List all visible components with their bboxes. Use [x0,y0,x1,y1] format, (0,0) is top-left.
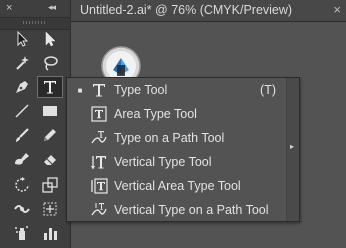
pencil-tool[interactable] [37,124,63,146]
type-tool-icon [93,84,105,97]
vertical-area-type-icon [91,178,108,194]
symbol-sprayer-icon [15,226,28,240]
paintbrush-tool[interactable] [9,124,35,146]
type-on-path-icon [91,131,107,144]
type-t-icon [44,81,56,94]
type-tool[interactable] [37,76,63,98]
menu-item-label: Vertical Type on a Path Tool [114,203,269,217]
arrow-cursor-icon [17,30,29,47]
free-transform-tool[interactable] [37,198,63,220]
rotate-tool[interactable] [9,174,35,196]
area-type-icon [91,106,107,122]
menu-item-vertical-type-on-path-tool[interactable]: Vertical Type on a Path Tool [67,198,286,222]
free-transform-icon [43,202,57,216]
menu-item-label: Vertical Type Tool [114,155,212,169]
collapse-panel-icon[interactable]: ◂◂ [48,2,56,13]
menu-item-type-on-path-tool[interactable]: Type on a Path Tool [67,126,286,150]
brush-icon [16,128,29,142]
scale-icon [42,177,58,193]
tools-panel: × ◂◂ [0,0,71,248]
lasso-icon [44,56,58,71]
rectangle-icon [43,106,57,116]
close-document-icon[interactable]: × [333,2,341,17]
width-icon [14,205,30,213]
pen-tool[interactable] [9,76,35,98]
width-tool[interactable] [9,198,35,220]
column-graph-icon [44,228,57,240]
eraser-icon [44,155,56,165]
menu-item-label: Vertical Area Type Tool [114,179,241,193]
type-tools-flyout: ■ Type Tool (T) Area Type Tool Type on a… [66,77,300,222]
menu-item-label: Area Type Tool [114,107,197,121]
tearoff-strip[interactable]: ▸ [286,78,299,221]
magic-wand-icon [16,56,29,70]
blob-brush-tool[interactable] [9,148,35,170]
menu-item-vertical-type-tool[interactable]: Vertical Type Tool [67,150,286,174]
white-arrow-icon [45,31,56,47]
direct-selection-tool[interactable] [37,28,63,50]
pen-icon [16,81,28,93]
scale-tool[interactable] [37,174,63,196]
line-segment-tool[interactable] [9,100,35,122]
selected-bullet: ■ [77,85,83,95]
vertical-type-icon [91,156,106,170]
symbol-sprayer-tool[interactable] [9,222,35,244]
pencil-icon [44,129,56,141]
menu-item-type-tool[interactable]: ■ Type Tool (T) [67,78,286,102]
eraser-tool[interactable] [37,148,63,170]
menu-item-vertical-area-type-tool[interactable]: Vertical Area Type Tool [67,174,286,198]
menu-item-area-type-tool[interactable]: Area Type Tool [67,102,286,126]
rotate-icon [15,177,29,192]
tearoff-arrow-icon: ▸ [290,142,295,151]
blob-brush-icon [15,153,29,165]
rectangle-tool[interactable] [37,100,63,122]
close-panel-icon[interactable]: × [6,2,12,14]
menu-item-label: Type Tool [114,83,168,97]
line-icon [15,104,29,118]
document-title: Untitled-2.ai* @ 76% (CMYK/Preview) [80,3,293,17]
selection-tool[interactable] [9,28,35,50]
document-tab[interactable]: Untitled-2.ai* @ 76% (CMYK/Preview) × [71,0,346,22]
drag-grip[interactable] [23,21,45,24]
magic-wand-tool[interactable] [9,52,35,74]
vertical-type-on-path-icon [91,203,107,216]
column-graph-tool[interactable] [37,222,63,244]
lasso-tool[interactable] [37,52,63,74]
menu-item-shortcut: (T) [260,83,276,97]
menu-item-label: Type on a Path Tool [114,131,225,145]
